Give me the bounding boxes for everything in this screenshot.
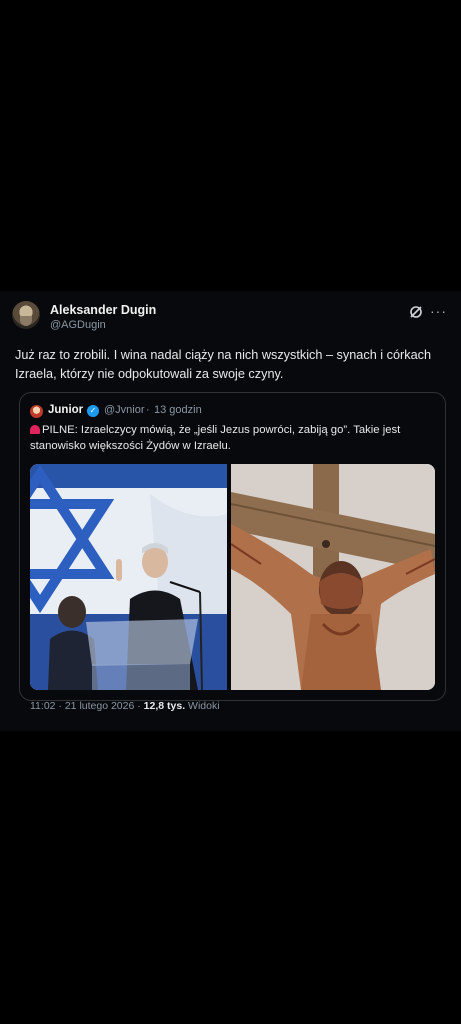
tweet-screen: Aleksander Dugin @AGDugin ··· Już raz to… bbox=[0, 291, 461, 731]
quoted-author-name[interactable]: Junior bbox=[48, 404, 83, 416]
author-handle[interactable]: @AGDugin bbox=[50, 319, 106, 331]
views-label: Widoki bbox=[188, 700, 220, 712]
media-image-left[interactable] bbox=[30, 464, 227, 690]
verified-icon: ✓ bbox=[87, 405, 99, 417]
siren-icon bbox=[30, 425, 40, 434]
quoted-separator: · bbox=[146, 404, 150, 416]
quoted-text: PILNE: Izraelczycy mówią, że „jeśli Jezu… bbox=[30, 424, 401, 452]
meta-separator-1: · bbox=[58, 700, 62, 712]
avatar-beard bbox=[20, 316, 32, 326]
views-count: 12,8 tys. bbox=[143, 700, 186, 712]
quoted-avatar[interactable] bbox=[30, 405, 43, 418]
podium-photo bbox=[30, 464, 227, 690]
post-date[interactable]: 21 lutego 2026 bbox=[65, 700, 134, 712]
post-meta: 11:02 · 21 lutego 2026 · 12,8 tys. Widok… bbox=[30, 700, 220, 712]
more-options-icon[interactable]: ··· bbox=[430, 303, 447, 319]
media-image-right[interactable] bbox=[231, 464, 435, 690]
grok-icon[interactable] bbox=[409, 305, 423, 319]
crucifixion-photo bbox=[231, 464, 435, 690]
quoted-time[interactable]: 13 godzin bbox=[154, 404, 202, 416]
quoted-tweet[interactable]: Junior ✓ @Jvnior · 13 godzin PILNE: Izra… bbox=[19, 392, 446, 701]
author-name[interactable]: Aleksander Dugin bbox=[50, 303, 156, 317]
post-time[interactable]: 11:02 bbox=[30, 700, 56, 712]
quoted-author-handle[interactable]: @Jvnior bbox=[104, 404, 145, 416]
quoted-text-wrap: PILNE: Izraelczycy mówią, że „jeśli Jezu… bbox=[30, 422, 430, 454]
meta-separator-2: · bbox=[137, 700, 141, 712]
post-text: Już raz to zrobili. I wina nadal ciąży n… bbox=[15, 348, 432, 381]
author-avatar[interactable] bbox=[12, 301, 40, 329]
